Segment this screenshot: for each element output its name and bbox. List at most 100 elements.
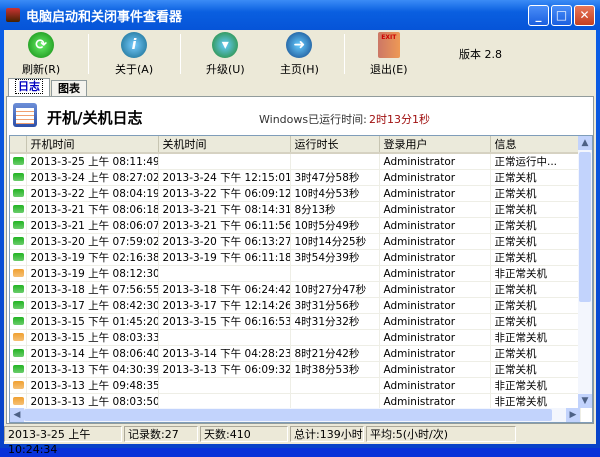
- cell-boot-time: 2013-3-21 下午 08:06:18: [26, 201, 159, 218]
- abnormal-status-icon: [13, 380, 24, 389]
- cell-info: 正常关机: [490, 361, 581, 378]
- table-row[interactable]: 2013-3-15 下午 01:45:20 2013-3-15 下午 06:16:…: [10, 313, 581, 330]
- table-row[interactable]: 2013-3-21 上午 08:06:07 2013-3-21 下午 06:11:…: [10, 217, 581, 234]
- cell-duration: 3时47分58秒: [290, 169, 380, 186]
- table-row[interactable]: 2013-3-19 上午 08:12:30 Administrator 非正常关机: [10, 265, 581, 282]
- cell-duration: 10时4分53秒: [290, 185, 380, 202]
- cell-info: 正常关机: [490, 281, 581, 298]
- home-button[interactable]: ➜ 主页(H): [280, 32, 319, 77]
- cell-boot-time: 2013-3-25 上午 08:11:49: [26, 153, 159, 170]
- cell-boot-time: 2013-3-19 上午 08:12:30: [26, 265, 159, 282]
- status-total: 总计:139小时: [290, 426, 364, 442]
- status-datetime: 2013-3-25 上午 10:24:34: [4, 426, 122, 456]
- cell-shutdown-time: 2013-3-15 下午 06:16:53: [158, 313, 291, 330]
- log-table[interactable]: 开机时间 关机时间 运行时长 登录用户 信息 2013-3-25 上午 08:1…: [9, 135, 593, 423]
- column-info[interactable]: 信息: [490, 136, 581, 154]
- globe-home-icon: ➜: [286, 32, 313, 58]
- status-bar: 2013-3-25 上午 10:24:34 记录数:27 天数:410 总计:1…: [4, 426, 596, 456]
- cell-duration: 10时27分47秒: [290, 281, 380, 298]
- table-row[interactable]: 2013-3-13 上午 09:48:35 Administrator 非正常关机: [10, 377, 581, 394]
- refresh-button[interactable]: ⟳ 刷新(R): [22, 32, 60, 77]
- normal-status-icon: [13, 172, 24, 181]
- table-row[interactable]: 2013-3-21 下午 08:06:18 2013-3-21 下午 08:14:…: [10, 201, 581, 218]
- cell-info: 正常关机: [490, 345, 581, 362]
- refresh-icon: ⟳: [28, 32, 55, 58]
- cell-duration: 10时5分49秒: [290, 217, 380, 234]
- cell-user: Administrator: [379, 185, 491, 202]
- table-row[interactable]: 2013-3-17 上午 08:42:30 2013-3-17 下午 12:14:…: [10, 297, 581, 314]
- status-records: 记录数:27: [124, 426, 198, 442]
- cell-info: 正常关机: [490, 249, 581, 266]
- column-user[interactable]: 登录用户: [379, 136, 491, 154]
- exit-button[interactable]: EXIT 退出(E): [370, 32, 408, 77]
- horizontal-scroll-thumb[interactable]: [24, 409, 552, 421]
- table-row[interactable]: 2013-3-19 下午 02:16:38 2013-3-19 下午 06:11:…: [10, 249, 581, 266]
- cell-shutdown-time: 2013-3-20 下午 06:13:27: [158, 233, 291, 250]
- column-boot-time[interactable]: 开机时间: [26, 136, 159, 154]
- cell-user: Administrator: [379, 153, 491, 170]
- vertical-scroll-thumb[interactable]: [579, 152, 591, 302]
- window-title: 电脑启动和关闭事件查看器: [26, 9, 183, 25]
- column-status[interactable]: [10, 136, 27, 154]
- globe-download-icon: ▾: [212, 32, 239, 58]
- normal-status-icon: [13, 236, 24, 245]
- vertical-scrollbar[interactable]: ▲ ▼: [578, 136, 592, 408]
- table-row[interactable]: 2013-3-25 上午 08:11:49 Administrator 正常运行中.…: [10, 153, 581, 170]
- minimize-button[interactable]: _: [528, 5, 549, 26]
- cell-boot-time: 2013-3-19 下午 02:16:38: [26, 249, 159, 266]
- about-button[interactable]: i 关于(A): [115, 32, 153, 77]
- toolbar: ⟳ 刷新(R) i 关于(A) ▾ 升级(U) ➜ 主页(H) EXIT 退出(E) 版本…: [4, 30, 596, 78]
- scroll-down-button[interactable]: ▼: [578, 394, 592, 408]
- normal-status-icon: [13, 284, 24, 293]
- abnormal-status-icon: [13, 268, 24, 277]
- column-duration[interactable]: 运行时长: [290, 136, 380, 154]
- cell-duration: [290, 265, 380, 282]
- cell-duration: 3时54分39秒: [290, 249, 380, 266]
- horizontal-scrollbar[interactable]: ◀ ▶: [10, 408, 580, 422]
- column-shutdown-time[interactable]: 关机时间: [158, 136, 291, 154]
- cell-shutdown-time: [158, 377, 291, 394]
- cell-boot-time: 2013-3-13 下午 04:30:39: [26, 361, 159, 378]
- status-days: 天数:410: [200, 426, 288, 442]
- upgrade-button[interactable]: ▾ 升级(U): [206, 32, 245, 77]
- cell-info: 正常运行中...: [490, 153, 581, 170]
- cell-boot-time: 2013-3-17 上午 08:42:30: [26, 297, 159, 314]
- cell-boot-time: 2013-3-14 上午 08:06:40: [26, 345, 159, 362]
- table-row[interactable]: 2013-3-24 上午 08:27:02 2013-3-24 下午 12:15:…: [10, 169, 581, 186]
- scroll-up-button[interactable]: ▲: [578, 136, 592, 150]
- cell-info: 正常关机: [490, 169, 581, 186]
- cell-duration: 4时31分32秒: [290, 313, 380, 330]
- cell-boot-time: 2013-3-21 上午 08:06:07: [26, 217, 159, 234]
- panel-title: 开机/关机日志: [47, 109, 143, 127]
- normal-status-icon: [13, 364, 24, 373]
- normal-status-icon: [13, 220, 24, 229]
- close-button[interactable]: ✕: [574, 5, 595, 26]
- cell-info: 非正常关机: [490, 265, 581, 282]
- table-row[interactable]: 2013-3-22 上午 08:04:19 2013-3-22 下午 06:09:…: [10, 185, 581, 202]
- cell-user: Administrator: [379, 217, 491, 234]
- runtime-label: Windows已运行时间:: [259, 113, 367, 126]
- cell-shutdown-time: 2013-3-22 下午 06:09:12: [158, 185, 291, 202]
- scroll-right-button[interactable]: ▶: [566, 408, 580, 422]
- app-window: 电脑启动和关闭事件查看器 _ □ ✕ ⟳ 刷新(R) i 关于(A) ▾ 升级(U) …: [0, 0, 600, 456]
- normal-status-icon: [13, 300, 24, 309]
- table-row[interactable]: 2013-3-14 上午 08:06:40 2013-3-14 下午 04:28:…: [10, 345, 581, 362]
- cell-duration: 8时21分42秒: [290, 345, 380, 362]
- cell-shutdown-time: 2013-3-21 下午 08:14:31: [158, 201, 291, 218]
- cell-info: 正常关机: [490, 201, 581, 218]
- cell-boot-time: 2013-3-18 上午 07:56:55: [26, 281, 159, 298]
- info-icon: i: [121, 32, 148, 58]
- normal-status-icon: [13, 188, 24, 197]
- scroll-left-button[interactable]: ◀: [10, 408, 24, 422]
- table-row[interactable]: 2013-3-18 上午 07:56:55 2013-3-18 下午 06:24:…: [10, 281, 581, 298]
- table-row[interactable]: 2013-3-13 下午 04:30:39 2013-3-13 下午 06:09:…: [10, 361, 581, 378]
- table-row[interactable]: 2013-3-20 上午 07:59:02 2013-3-20 下午 06:13:…: [10, 233, 581, 250]
- cell-user: Administrator: [379, 329, 491, 346]
- tab-chart[interactable]: 图表: [51, 80, 87, 96]
- cell-user: Administrator: [379, 361, 491, 378]
- cell-duration: [290, 329, 380, 346]
- cell-boot-time: 2013-3-22 上午 08:04:19: [26, 185, 159, 202]
- maximize-button[interactable]: □: [551, 5, 572, 26]
- table-row[interactable]: 2013-3-15 上午 08:03:33 Administrator 非正常关机: [10, 329, 581, 346]
- tab-log[interactable]: 日志: [8, 78, 50, 96]
